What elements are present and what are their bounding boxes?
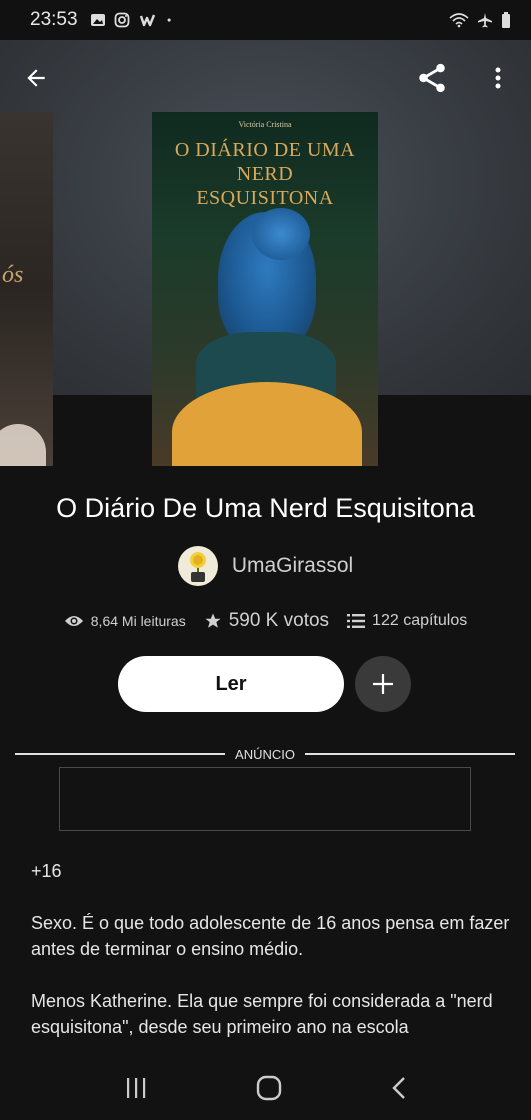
story-description: +16 Sexo. É o que todo adolescente de 16… [31,858,511,1066]
plus-icon [373,674,393,694]
cover-title-line1: O DIÁRIO DE UMA NERD [174,139,356,185]
ad-label: ANÚNCIO [235,746,295,762]
story-cover[interactable]: Victória Cristina O DIÁRIO DE UMA NERD E… [152,112,378,466]
author-row[interactable]: UmaGirassol [0,546,531,586]
status-icons-right [449,12,511,28]
description-rating: +16 [31,861,62,881]
nav-back-button[interactable] [391,1076,407,1105]
arrow-left-icon [27,69,45,87]
ad-line-right [304,753,516,755]
wattpad-icon [139,14,155,27]
star-icon [205,613,221,628]
description-paragraph-1: Sexo. É o que todo adolescente de 16 ano… [31,913,510,959]
ad-divider: ANÚNCIO [15,744,516,764]
left-cover-person [0,424,46,466]
more-vertical-icon [495,67,501,89]
status-bar: 23:53 [0,0,531,40]
recent-apps-button[interactable] [124,1077,148,1104]
description-paragraph-2: Menos Katherine. Ela que sempre foi cons… [31,991,493,1037]
cover-illustration-bun [252,208,310,260]
add-to-library-button[interactable] [355,656,411,712]
share-icon [419,63,445,93]
chapters-stat: 122 capítulos [347,612,467,630]
cover-author: Victória Cristina [238,120,292,129]
reads-count: 8,64 Mi leituras [90,613,186,629]
read-button[interactable]: Ler [118,656,344,712]
list-icon [347,614,366,628]
eye-icon [64,616,83,626]
system-nav-bar [0,1060,531,1120]
status-time: 23:53 [30,9,78,30]
chapters-count: 122 capítulos [372,612,468,629]
avatar-pot [190,572,205,582]
recent-apps-icon [127,1077,146,1098]
sunflower-icon [189,552,206,568]
votes-stat: 590 K votos [204,610,329,632]
chevron-left-icon [392,1076,405,1099]
votes-count: 590 K votos [228,610,330,631]
home-icon [257,1075,282,1100]
dot-icon [167,18,171,22]
left-cover-text: ós [2,262,24,288]
author-name[interactable]: UmaGirassol [232,554,353,578]
share-button[interactable] [412,58,452,98]
gallery-icon [90,14,105,26]
avatar[interactable] [177,546,218,586]
instagram-icon [114,12,129,28]
story-title: O Diário De Uma Nerd Esquisitona [56,493,475,523]
cover-title: O DIÁRIO DE UMA NERD ESQUISITONA [152,138,378,210]
reads-stat: 8,64 Mi leituras [64,613,186,629]
home-button[interactable] [256,1075,282,1106]
ad-slot[interactable] [59,767,471,831]
ad-line-left [15,753,226,755]
battery-icon [502,12,510,28]
previous-story-cover[interactable]: ós [0,112,53,466]
airplane-icon [478,13,492,28]
back-button[interactable] [16,58,56,98]
cover-title-line2: ESQUISITONA [196,187,334,209]
status-icons-left [90,12,176,28]
wifi-icon [449,13,469,28]
more-button[interactable] [478,58,518,98]
stats-row: 8,64 Mi leituras 590 K votos 122 capítul… [0,610,531,632]
